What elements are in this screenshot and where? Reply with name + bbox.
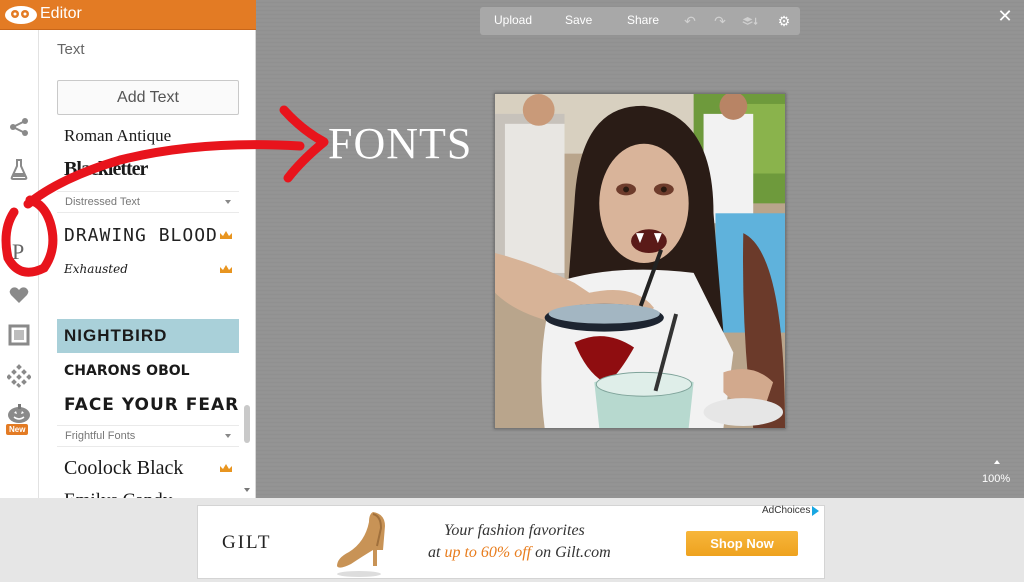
new-badge: New	[6, 424, 29, 435]
logo-icon	[5, 6, 37, 24]
redo-icon[interactable]: ↷	[712, 13, 728, 29]
rail-divider	[38, 30, 39, 498]
font-label: NIGHTBIRD	[64, 326, 168, 345]
group-label: Frightful Fonts	[65, 430, 136, 442]
photo-canvas[interactable]	[494, 93, 786, 429]
ad-headline: Your fashion favorites	[444, 522, 585, 539]
adchoices-icon	[812, 505, 820, 516]
crown-icon	[220, 464, 232, 472]
save-button[interactable]: Save	[565, 13, 592, 27]
font-item-blackletter[interactable]: Blackletter	[57, 152, 239, 186]
chevron-down-icon	[225, 200, 231, 204]
add-text-button[interactable]: Add Text	[57, 80, 239, 115]
share-button[interactable]: Share	[627, 13, 659, 27]
font-item-drawing-blood[interactable]: DRAWING BLOOD	[57, 218, 239, 252]
undo-icon[interactable]: ↶	[682, 13, 698, 29]
upload-button[interactable]: Upload	[494, 13, 532, 27]
layers-icon[interactable]	[742, 13, 758, 29]
font-item-coolock-black[interactable]: Coolock Black	[57, 451, 239, 485]
flask-icon[interactable]	[6, 156, 32, 182]
group-label: Distressed Text	[65, 196, 140, 208]
adchoices-label: AdChoices	[762, 505, 811, 516]
texture-icon[interactable]	[6, 363, 32, 389]
canvas-overlay-text[interactable]: FONTS	[328, 118, 472, 169]
shoe-image[interactable]	[333, 506, 393, 578]
ad-brand[interactable]: GILT	[222, 532, 272, 554]
crown-icon	[220, 231, 232, 239]
font-item-charons-obol[interactable]: CHARONS OBOL	[57, 354, 239, 388]
ad-subline-post: on Gilt.com	[531, 544, 611, 561]
ad-subline-pre: at	[428, 544, 445, 561]
font-label: DRAWING BLOOD	[64, 224, 218, 246]
adchoices-link[interactable]: AdChoices	[762, 505, 820, 516]
frame-icon[interactable]	[6, 322, 32, 348]
gear-icon[interactable]: ⚙	[776, 13, 792, 29]
crown-icon	[220, 265, 232, 273]
font-item-nightbird[interactable]: NIGHTBIRD	[57, 319, 239, 353]
editor-app: Editor Text Add Text P New Roman Antique…	[0, 0, 1024, 582]
close-icon[interactable]: ✕	[997, 7, 1013, 25]
chevron-down-icon	[225, 434, 231, 438]
font-label: FACE YOUR FEARS	[64, 395, 239, 415]
svg-text:P: P	[12, 239, 24, 263]
shop-now-button[interactable]: Shop Now	[686, 531, 798, 556]
font-list: Roman Antique Blackletter Distressed Tex…	[57, 122, 239, 498]
font-label: Blackletter	[64, 157, 148, 180]
hearts-icon[interactable]	[6, 282, 32, 308]
zoom-caret-icon[interactable]	[994, 460, 1000, 464]
font-label: Emilys Candy	[64, 490, 172, 498]
ad-subline-highlight: up to 60% off	[444, 544, 532, 561]
text-panel: Text Add Text P New Roman Antique Blackl…	[0, 30, 256, 498]
font-label: CHARONS OBOL	[64, 363, 190, 379]
pumpkin-icon[interactable]	[6, 400, 32, 426]
nodes-icon[interactable]	[6, 114, 32, 140]
font-group-distressed[interactable]: Distressed Text	[57, 191, 239, 213]
scrollbar-thumb[interactable]	[244, 405, 250, 443]
font-item-face-your-fears[interactable]: FACE YOUR FEARS	[57, 388, 239, 422]
top-toolbar: Upload Save Share ↶ ↷ ⚙	[480, 7, 800, 35]
font-item-emilys-candy[interactable]: Emilys Candy	[57, 484, 239, 498]
app-title: Editor	[40, 5, 82, 22]
scroll-down-arrow[interactable]	[244, 488, 250, 492]
text-p-icon[interactable]: P	[6, 238, 32, 264]
font-group-frightful[interactable]: Frightful Fonts	[57, 425, 239, 447]
ad-subline: at up to 60% off on Gilt.com	[428, 544, 611, 562]
font-item-roman-antique[interactable]: Roman Antique	[57, 122, 239, 153]
font-item-exhausted[interactable]: Exhausted	[57, 252, 239, 286]
zoom-level[interactable]: 100%	[982, 473, 1010, 485]
font-label: Exhausted	[64, 262, 128, 276]
header-bar: Editor	[0, 0, 256, 30]
font-label: Roman Antique	[64, 126, 172, 145]
font-label: Coolock Black	[64, 456, 184, 479]
panel-title: Text	[57, 41, 85, 58]
